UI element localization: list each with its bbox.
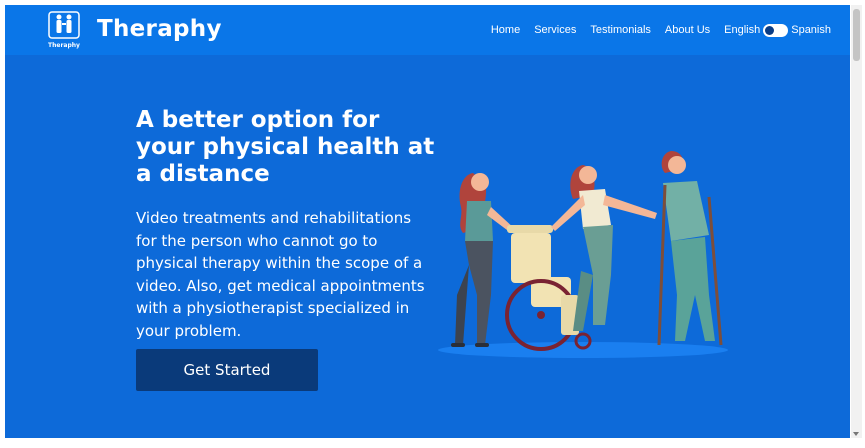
therapy-people-logo-icon (48, 11, 80, 39)
scrollbar[interactable] (851, 5, 862, 438)
crutch-patient-figure (657, 151, 723, 346)
nav-services[interactable]: Services (534, 24, 576, 36)
toggle-knob (765, 25, 775, 35)
logo-text: Theraphy (48, 42, 80, 49)
nav-home[interactable]: Home (491, 24, 520, 36)
language-spanish[interactable]: Spanish (791, 24, 831, 36)
hero-description: Video treatments and rehabilitations for… (136, 209, 425, 340)
logo[interactable]: Theraphy (46, 9, 82, 49)
nav-testimonials[interactable]: Testimonials (590, 24, 651, 36)
hero-title: A better option for your physical health… (136, 107, 435, 187)
language-english[interactable]: English (724, 24, 760, 36)
language-toggle[interactable] (763, 23, 789, 37)
scrollbar-thumb[interactable] (853, 9, 860, 61)
physiotherapy-illustration (438, 151, 728, 358)
page-frame: Theraphy Theraphy Home Services Testimon… (5, 5, 850, 438)
nav-about[interactable]: About Us (665, 24, 710, 36)
nav-links: Home Services Testimonials About Us Engl… (491, 22, 831, 38)
language-switch: English Spanish (724, 23, 831, 37)
therapist-figure (451, 173, 515, 347)
brand-name[interactable]: Theraphy (97, 16, 222, 42)
get-started-button[interactable]: Get Started (136, 349, 318, 391)
navbar: Theraphy Theraphy Home Services Testimon… (5, 5, 850, 55)
scroll-down-arrow-icon[interactable] (853, 432, 859, 436)
